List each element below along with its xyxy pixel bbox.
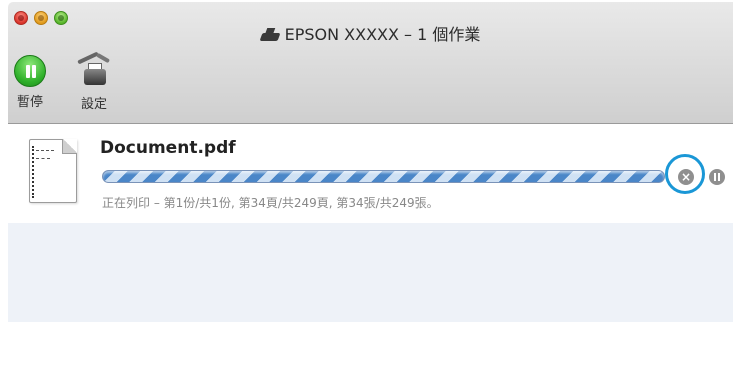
print-progress-bar [102,170,665,183]
printer-settings-icon [74,51,114,89]
document-icon [29,139,77,203]
window-title-text: EPSON XXXXX – 1 個作業 [284,25,481,44]
pause-label: 暫停 [16,95,43,110]
hold-job-button[interactable] [709,169,725,185]
print-queue-window: EPSON XXXXX – 1 個作業 暫停 設定 Document.pdf × [8,2,733,322]
window-title: EPSON XXXXX – 1 個作業 [8,21,733,45]
settings-label: 設定 [80,97,107,112]
settings-button[interactable]: 設定 [72,51,116,121]
title-bar: EPSON XXXXX – 1 個作業 暫停 設定 [8,2,733,124]
document-name: Document.pdf [100,138,236,158]
empty-job-row [8,223,733,322]
cancel-icon: × [680,170,692,184]
cancel-job-button[interactable]: × [678,169,694,185]
printer-icon [261,28,279,41]
print-job-row[interactable]: Document.pdf × 正在列印 – 第1份/共1份, 第34頁/共249… [8,125,733,223]
pause-icon [14,55,46,87]
pause-button[interactable]: 暫停 [8,55,52,121]
job-status-text: 正在列印 – 第1份/共1份, 第34頁/共249頁, 第34張/共249張。 [102,196,439,210]
